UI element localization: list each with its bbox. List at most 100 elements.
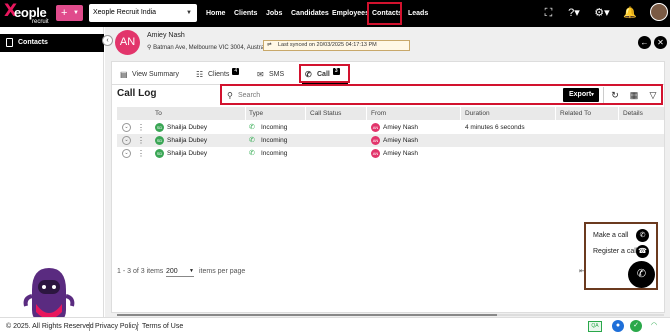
quick-add-button[interactable]: + ▼	[56, 5, 83, 21]
document-icon	[6, 38, 13, 47]
page-size-label: items per page	[199, 268, 246, 275]
sync-icon: ⇌	[267, 42, 272, 48]
status-check-icon[interactable]: ✓	[630, 320, 642, 332]
settings-icon[interactable]: ⚙▾	[593, 7, 611, 20]
scrollbar-thumb[interactable]	[117, 314, 497, 316]
column-header-call-status[interactable]: Call Status	[310, 107, 341, 120]
tab-sms[interactable]: ✉ SMS	[257, 68, 284, 82]
more-options-icon[interactable]: ⋮	[137, 121, 145, 134]
table-header: To Type Call Status From Duration Relate…	[117, 107, 664, 120]
nav-leads[interactable]: Leads	[408, 0, 428, 27]
column-header-duration[interactable]: Duration	[465, 107, 490, 120]
nav-jobs[interactable]: Jobs	[266, 0, 282, 27]
column-header-related-to[interactable]: Related To	[560, 107, 591, 120]
chevron-down-icon: ▼	[186, 10, 192, 16]
column-header-details[interactable]: Details	[623, 107, 643, 120]
nav-contacts-highlight	[367, 2, 402, 25]
logo-wordmark: eople	[14, 5, 47, 20]
column-header-to[interactable]: To	[155, 107, 162, 120]
cell-from[interactable]: Amiey Nash	[383, 121, 418, 134]
fullscreen-icon[interactable]: ⛶	[542, 7, 555, 20]
divider	[89, 322, 90, 331]
location-pin-icon: ⚲	[147, 45, 152, 51]
cell-type: Incoming	[261, 150, 288, 157]
divider	[460, 107, 461, 120]
calendar-icon[interactable]: ▦	[627, 88, 641, 102]
filter-icon[interactable]: ▽	[646, 88, 660, 102]
count-badge: 4	[232, 68, 240, 75]
nav-employees[interactable]: Employees	[332, 0, 369, 27]
pagination-range: 1 - 3 of 3 items	[117, 268, 164, 275]
more-options-icon[interactable]: ⋮	[137, 147, 145, 160]
sidebar-item-contacts[interactable]: Contacts	[0, 34, 104, 52]
page-size-select[interactable]: 200 ▼	[166, 266, 194, 277]
table-row[interactable]: ⌄ ⋮ SD Shailja Dubey ✆ Incoming AN Amiey…	[117, 134, 664, 147]
nav-home[interactable]: Home	[206, 0, 225, 27]
cell-from[interactable]: Amiey Nash	[383, 134, 418, 147]
call-fab-button[interactable]: ✆	[628, 261, 655, 288]
export-button[interactable]: Export ▼	[563, 88, 599, 102]
avatar: SD	[155, 136, 164, 145]
more-options-icon[interactable]: ⋮	[137, 134, 145, 147]
expand-chevron-icon[interactable]: ⌄	[122, 149, 131, 158]
summary-icon: ▤	[120, 70, 128, 79]
bell-icon[interactable]: 🔔	[623, 7, 637, 20]
table-row[interactable]: ⌄ ⋮ SD Shailja Dubey ✆ Incoming AN Amiey…	[117, 121, 664, 134]
register-call-icon[interactable]: ☎	[636, 245, 649, 258]
left-sidebar: Contacts	[0, 27, 104, 331]
cell-type: Incoming	[261, 137, 288, 144]
divider	[366, 107, 367, 120]
horizontal-scrollbar[interactable]	[117, 314, 664, 316]
tab-label: SMS	[269, 71, 285, 78]
privacy-policy-link[interactable]: Privacy Policy	[95, 318, 139, 334]
copyright-text: © 2025. All Rights Reserved	[6, 323, 94, 330]
nav-clients[interactable]: Clients	[234, 0, 257, 27]
cell-from[interactable]: Amiey Nash	[383, 147, 418, 160]
expand-chevron-icon[interactable]: ⌄	[122, 123, 131, 132]
make-call-label[interactable]: Make a call	[593, 232, 628, 239]
sync-text: Last synced on 20/03/2025 04:17:13 PM	[278, 42, 377, 48]
help-icon[interactable]: ?▾	[565, 7, 583, 20]
phone-icon[interactable]: ✆	[636, 229, 649, 242]
tab-clients[interactable]: ☷ Clients 4	[196, 68, 240, 82]
divider	[245, 107, 246, 120]
chevron-down-icon: ▼	[590, 92, 595, 98]
contact-address-text: Batman Ave, Melbourne VIC 3004, Austra..…	[153, 45, 270, 51]
user-info-icon[interactable]: ●	[612, 320, 624, 332]
refresh-icon[interactable]: ↻	[608, 88, 622, 102]
cell-duration: 4 minutes 6 seconds	[465, 124, 525, 131]
export-label: Export	[569, 91, 592, 98]
incoming-call-icon: ✆	[249, 150, 255, 157]
avatar: AN	[371, 136, 380, 145]
column-header-type[interactable]: Type	[249, 107, 263, 120]
table-row[interactable]: ⌄ ⋮ SD Shailja Dubey ✆ Incoming AN Amiey…	[117, 147, 664, 160]
xeople-logo[interactable]: X eople recruit	[4, 3, 52, 26]
avatar: AN	[371, 123, 380, 132]
divider	[618, 107, 619, 120]
incoming-call-icon: ✆	[249, 137, 255, 144]
tab-call-highlight	[299, 64, 350, 83]
sync-status-badge: ⇌ Last synced on 20/03/2025 04:17:13 PM	[263, 40, 410, 51]
column-header-from[interactable]: From	[371, 107, 386, 120]
contact-avatar: AN	[115, 30, 140, 55]
cell-to[interactable]: Shailja Dubey	[167, 121, 207, 134]
contact-address: ⚲ Batman Ave, Melbourne VIC 3004, Austra…	[147, 44, 269, 51]
search-input[interactable]: ⚲ Search	[226, 89, 560, 102]
terms-of-use-link[interactable]: Terms of Use	[142, 318, 183, 334]
back-button[interactable]: ←	[638, 36, 651, 49]
user-avatar[interactable]	[650, 3, 668, 21]
wifi-icon: ◠	[648, 320, 660, 332]
plus-icon: +	[61, 7, 68, 19]
expand-chevron-icon[interactable]: ⌄	[122, 136, 131, 145]
cell-to[interactable]: Shailja Dubey	[167, 134, 207, 147]
tab-view-summary[interactable]: ▤ View Summary	[120, 68, 179, 82]
chevron-down-icon: ▼	[73, 10, 79, 16]
close-button[interactable]: ✕	[654, 36, 667, 49]
register-call-label[interactable]: Register a call	[593, 248, 637, 255]
search-icon: ⚲	[227, 91, 233, 100]
nav-candidates[interactable]: Candidates	[291, 0, 329, 27]
page-title: Call Log	[117, 88, 157, 99]
sidebar-collapse-button[interactable]: ‹	[102, 35, 113, 46]
cell-to[interactable]: Shailja Dubey	[167, 147, 207, 160]
company-selector[interactable]: Xeople Recruit India ▼	[89, 4, 197, 22]
